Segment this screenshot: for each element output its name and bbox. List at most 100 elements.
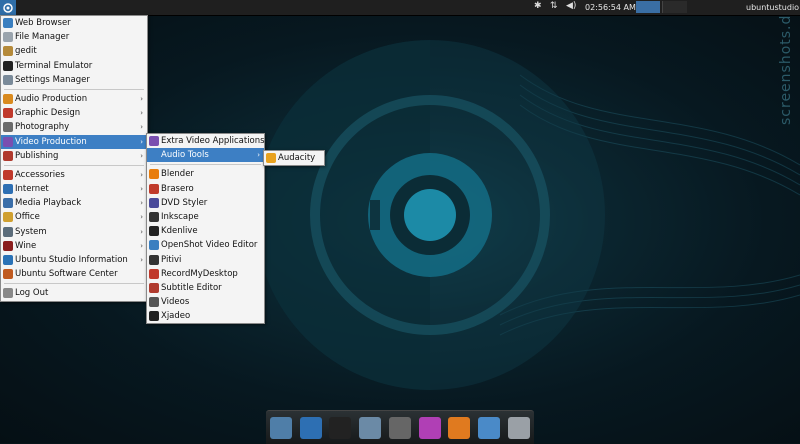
menu-item-label: Internet xyxy=(15,184,49,195)
video-item-extra-video-applications[interactable]: Extra Video Applications xyxy=(147,134,265,148)
menu-separator xyxy=(4,88,144,90)
menu-item-gedit[interactable]: gedit xyxy=(1,44,147,58)
menu-item-file-manager[interactable]: File Manager xyxy=(1,30,147,44)
menu-item-label: Wine xyxy=(15,240,37,251)
folder-icon[interactable] xyxy=(478,416,501,439)
video-item-subtitle-editor[interactable]: Subtitle Editor xyxy=(147,281,264,295)
menu-item-publishing[interactable]: Publishing › xyxy=(1,149,147,163)
chevron-right-icon: › xyxy=(140,256,143,264)
dock xyxy=(266,410,534,444)
menu-item-audio-production[interactable]: Audio Production › xyxy=(1,92,147,106)
video-item-pitivi[interactable]: Pitivi xyxy=(147,253,264,267)
menu-item-label: Audio Tools xyxy=(161,150,209,161)
user-name[interactable]: ubuntustudio xyxy=(746,1,799,14)
menu-item-settings-manager[interactable]: Settings Manager xyxy=(1,73,147,87)
internet-icon xyxy=(3,184,13,195)
menu-item-wine[interactable]: Wine › xyxy=(1,239,147,253)
audio-tools-submenu: Audacity xyxy=(263,150,325,167)
menu-item-internet[interactable]: Internet › xyxy=(1,182,147,196)
publishing-icon xyxy=(3,150,13,161)
trash-icon[interactable] xyxy=(508,416,530,439)
video-item-blender[interactable]: Blender xyxy=(147,167,264,181)
audacity-icon xyxy=(266,153,276,163)
chevron-right-icon: › xyxy=(140,241,143,250)
bluetooth-icon[interactable]: ✱ xyxy=(534,1,542,11)
applications-menu: Web Browser File Manager gedit Terminal Emu… xyxy=(0,15,148,302)
menu-item-log-out[interactable]: Log Out xyxy=(1,286,147,300)
video-item-inkscape[interactable]: Inkscape xyxy=(147,210,264,224)
office-icon xyxy=(3,212,13,223)
network-icon[interactable]: ⇅ xyxy=(550,1,558,11)
download-icon[interactable] xyxy=(418,416,441,439)
menu-item-label: Photography xyxy=(15,122,70,133)
menu-item-terminal-emulator[interactable]: Terminal Emulator xyxy=(1,59,147,73)
menu-item-label: System xyxy=(15,226,47,237)
menu-item-label: Ubuntu Software Center xyxy=(15,269,118,280)
menu-item-office[interactable]: Office › xyxy=(1,210,147,224)
settings-icon[interactable] xyxy=(359,416,382,439)
menu-item-label: Videos xyxy=(161,297,190,308)
menu-item-graphic-design[interactable]: Graphic Design › xyxy=(1,106,147,120)
menu-item-label: Audacity xyxy=(278,153,316,163)
camera-icon xyxy=(3,122,13,133)
menu-item-label: Settings Manager xyxy=(15,74,90,85)
brasero-icon xyxy=(149,183,159,194)
menu-item-media-playback[interactable]: Media Playback › xyxy=(1,196,147,210)
show-desktop-icon[interactable] xyxy=(269,416,292,439)
graphics-icon xyxy=(3,108,13,119)
menu-item-label: OpenShot Video Editor xyxy=(161,240,258,251)
video-item-dvd-styler[interactable]: DVD Styler xyxy=(147,196,264,210)
workspace-2[interactable] xyxy=(662,1,687,13)
video-item-kdenlive[interactable]: Kdenlive xyxy=(147,224,264,238)
kdenlive-icon xyxy=(149,226,159,237)
video-item-openshot-video-editor[interactable]: OpenShot Video Editor xyxy=(147,238,264,252)
menu-item-label: Video Production xyxy=(15,136,87,147)
menu-item-label: Kdenlive xyxy=(161,226,198,237)
chevron-right-icon: › xyxy=(257,151,260,160)
menu-item-label: DVD Styler xyxy=(161,197,208,208)
menu-item-video-production[interactable]: Video Production › xyxy=(1,134,147,149)
menu-item-label: Media Playback xyxy=(15,198,82,209)
chevron-right-icon: › xyxy=(140,185,143,194)
applications-menu-button[interactable] xyxy=(0,0,16,15)
menu-item-label: Log Out xyxy=(15,288,49,299)
search-icon[interactable] xyxy=(388,416,411,439)
watermark-text: screenshots.debian.net xyxy=(778,15,794,125)
video-item-xjadeo[interactable]: Xjadeo xyxy=(147,309,264,323)
video-item-audio-tools[interactable]: Audio Tools › xyxy=(147,148,264,163)
folder-icon xyxy=(3,32,13,43)
volume-icon[interactable]: ◀) xyxy=(566,1,576,11)
menu-item-system[interactable]: System › xyxy=(1,225,147,239)
video-production-submenu: Extra Video Applications Audio Tools › Blen… xyxy=(146,133,265,325)
menu-item-label: Inkscape xyxy=(161,211,199,222)
video-item-recordmydesktop[interactable]: RecordMyDesktop xyxy=(147,267,264,281)
workspace-1[interactable] xyxy=(636,1,660,13)
chat-icon[interactable] xyxy=(448,416,471,439)
chevron-right-icon: › xyxy=(140,137,143,146)
menu-item-label: Blender xyxy=(161,169,194,180)
menu-item-web-browser[interactable]: Web Browser xyxy=(1,16,147,30)
chevron-right-icon: › xyxy=(140,213,143,222)
menu-separator xyxy=(150,164,261,166)
audio-item-audacity[interactable]: Audacity xyxy=(264,151,324,165)
web-browser-icon[interactable] xyxy=(299,416,322,439)
video-item-videos[interactable]: Videos xyxy=(147,295,264,309)
menu-item-ubuntu-software-center[interactable]: Ubuntu Software Center xyxy=(1,267,147,281)
menu-item-label: Extra Video Applications xyxy=(161,136,265,146)
menu-item-label: File Manager xyxy=(15,32,70,43)
menu-item-label: Web Browser xyxy=(15,18,71,28)
clock[interactable]: 02:56:54 AM xyxy=(585,1,636,14)
menu-item-label: gedit xyxy=(15,46,37,57)
video-item-brasero[interactable]: Brasero xyxy=(147,182,264,196)
menu-item-photography[interactable]: Photography › xyxy=(1,120,147,134)
chevron-right-icon: › xyxy=(140,170,143,179)
menu-item-accessories[interactable]: Accessories › xyxy=(1,168,147,182)
terminal-icon[interactable] xyxy=(329,416,352,439)
extra-apps-icon xyxy=(149,136,159,146)
film-icon xyxy=(3,136,13,147)
system-icon xyxy=(3,226,13,237)
menu-item-label: Audio Production xyxy=(15,93,88,104)
subtitle-icon xyxy=(149,282,159,293)
settings-icon xyxy=(3,74,13,85)
menu-item-ubuntu-studio-information[interactable]: Ubuntu Studio Information › xyxy=(1,253,147,267)
